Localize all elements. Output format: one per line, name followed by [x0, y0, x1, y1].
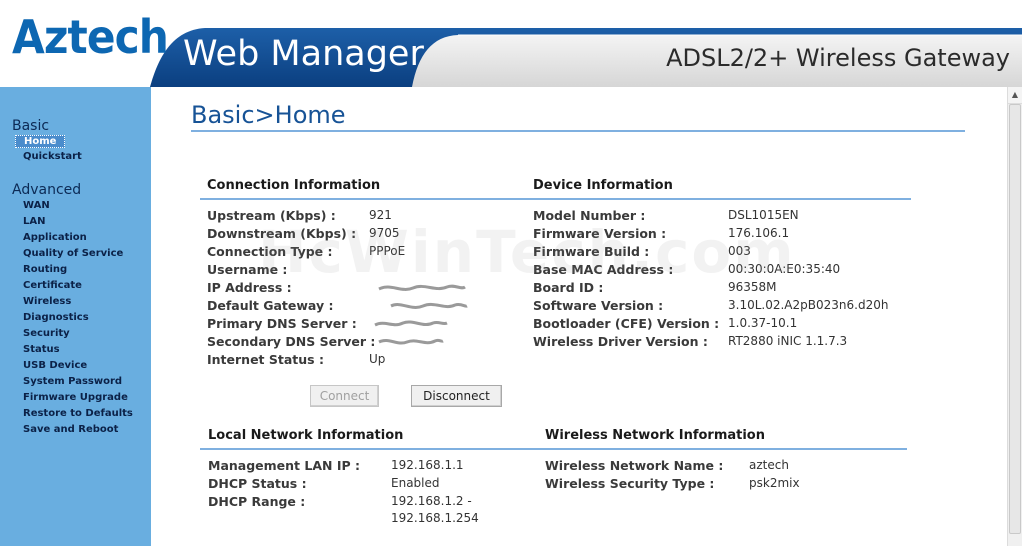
default-gateway-label: Default Gateway : [207, 298, 334, 313]
secondary-dns-redacted-scribble [378, 338, 444, 345]
primary-dns-label: Primary DNS Server : [207, 316, 357, 331]
wireless-driver-version-label: Wireless Driver Version : [533, 334, 708, 349]
sidebar-item-home[interactable]: Home [15, 135, 66, 148]
connection-type-value: PPPoE [369, 244, 406, 258]
internet-status-value: Up [369, 352, 386, 366]
firmware-version-value: 176.106.1 [728, 226, 790, 240]
username-label: Username : [207, 262, 288, 277]
wireless-security-type-label: Wireless Security Type : [545, 476, 715, 491]
secondary-dns-label: Secondary DNS Server : [207, 334, 376, 349]
primary-dns-redacted-scribble [374, 320, 448, 327]
management-lan-ip-value: 192.168.1.1 [391, 458, 464, 472]
title-divider [191, 130, 965, 132]
downstream-label: Downstream (Kbps) : [207, 226, 357, 241]
firmware-build-value: 003 [728, 244, 751, 258]
wireless-network-name-label: Wireless Network Name : [545, 458, 724, 473]
vertical-scrollbar[interactable]: ▲ [1007, 87, 1022, 546]
ip-address-label: IP Address : [207, 280, 292, 295]
sidebar-section-advanced: Advanced [12, 182, 82, 198]
sidebar-item-wireless[interactable]: Wireless [23, 296, 71, 307]
connection-info-heading: Connection Information [207, 178, 381, 193]
base-mac-value: 00:30:0A:E0:35:40 [728, 262, 841, 276]
sidebar-item-lan[interactable]: LAN [23, 216, 45, 227]
device-info-heading: Device Information [533, 178, 673, 193]
app-title: Web Manager [183, 34, 424, 74]
board-id-label: Board ID : [533, 280, 604, 295]
network-divider [200, 448, 907, 450]
management-lan-ip-label: Management LAN IP : [208, 458, 360, 473]
software-version-value: 3.10L.02.A2pB023n6.d20h [728, 298, 889, 312]
dhcp-range-end-value: 192.168.1.254 [391, 511, 479, 525]
disconnect-button[interactable]: Disconnect [411, 385, 502, 407]
sidebar-item-usb-device[interactable]: USB Device [23, 360, 87, 371]
page-title: Basic>Home [191, 101, 346, 129]
upstream-value: 921 [369, 208, 392, 222]
dhcp-status-value: Enabled [391, 476, 440, 490]
connect-button[interactable]: Connect [310, 385, 379, 407]
sidebar-section-basic: Basic [12, 118, 50, 134]
local-network-heading: Local Network Information [208, 428, 404, 443]
model-number-value: DSL1015EN [728, 208, 799, 222]
firmware-build-label: Firmware Build : [533, 244, 650, 259]
aztech-logo: Aztech [12, 10, 169, 64]
sidebar-nav: Basic Home Quickstart Advanced WAN LAN A… [0, 87, 151, 546]
firmware-version-label: Firmware Version : [533, 226, 667, 241]
product-name: ADSL2/2+ Wireless Gateway [666, 44, 1010, 72]
wireless-network-name-value: aztech [749, 458, 789, 472]
upstream-label: Upstream (Kbps) : [207, 208, 336, 223]
wireless-security-type-value: psk2mix [749, 476, 800, 490]
downstream-value: 9705 [369, 226, 400, 240]
board-id-value: 96358M [728, 280, 777, 294]
default-gateway-redacted-scribble [390, 302, 468, 309]
sidebar-item-save-reboot[interactable]: Save and Reboot [23, 424, 118, 435]
ip-address-redacted-scribble [378, 284, 466, 291]
bootloader-version-label: Bootloader (CFE) Version : [533, 316, 720, 331]
dhcp-range-start-value: 192.168.1.2 - [391, 494, 472, 508]
software-version-label: Software Version : [533, 298, 664, 313]
sidebar-item-routing[interactable]: Routing [23, 264, 67, 275]
scroll-up-arrow-icon[interactable]: ▲ [1008, 87, 1022, 104]
sidebar-item-status[interactable]: Status [23, 344, 60, 355]
wireless-driver-version-value: RT2880 iNIC 1.1.7.3 [728, 334, 848, 348]
sidebar-item-diagnostics[interactable]: Diagnostics [23, 312, 89, 323]
wireless-network-heading: Wireless Network Information [545, 428, 765, 443]
dhcp-range-label: DHCP Range : [208, 494, 306, 509]
internet-status-label: Internet Status : [207, 352, 324, 367]
sidebar-item-certificate[interactable]: Certificate [23, 280, 82, 291]
sidebar-item-restore-defaults[interactable]: Restore to Defaults [23, 408, 133, 419]
main-content: Basic>Home Connection Information Device… [151, 87, 1007, 546]
header-banner: Aztech Web Manager ADSL2/2+ Wireless Gat… [0, 0, 1022, 87]
sidebar-item-quality-of-service[interactable]: Quality of Service [23, 248, 123, 259]
model-number-label: Model Number : [533, 208, 646, 223]
info-divider [200, 198, 911, 200]
sidebar-item-wan[interactable]: WAN [23, 200, 50, 211]
dhcp-status-label: DHCP Status : [208, 476, 307, 491]
scroll-thumb[interactable] [1009, 104, 1021, 534]
base-mac-label: Base MAC Address : [533, 262, 674, 277]
sidebar-item-system-password[interactable]: System Password [23, 376, 122, 387]
sidebar-item-application[interactable]: Application [23, 232, 87, 243]
connection-type-label: Connection Type : [207, 244, 333, 259]
sidebar-item-quickstart[interactable]: Quickstart [23, 151, 82, 162]
sidebar-item-firmware-upgrade[interactable]: Firmware Upgrade [23, 392, 128, 403]
bootloader-version-value: 1.0.37-10.1 [728, 316, 798, 330]
sidebar-item-security[interactable]: Security [23, 328, 70, 339]
